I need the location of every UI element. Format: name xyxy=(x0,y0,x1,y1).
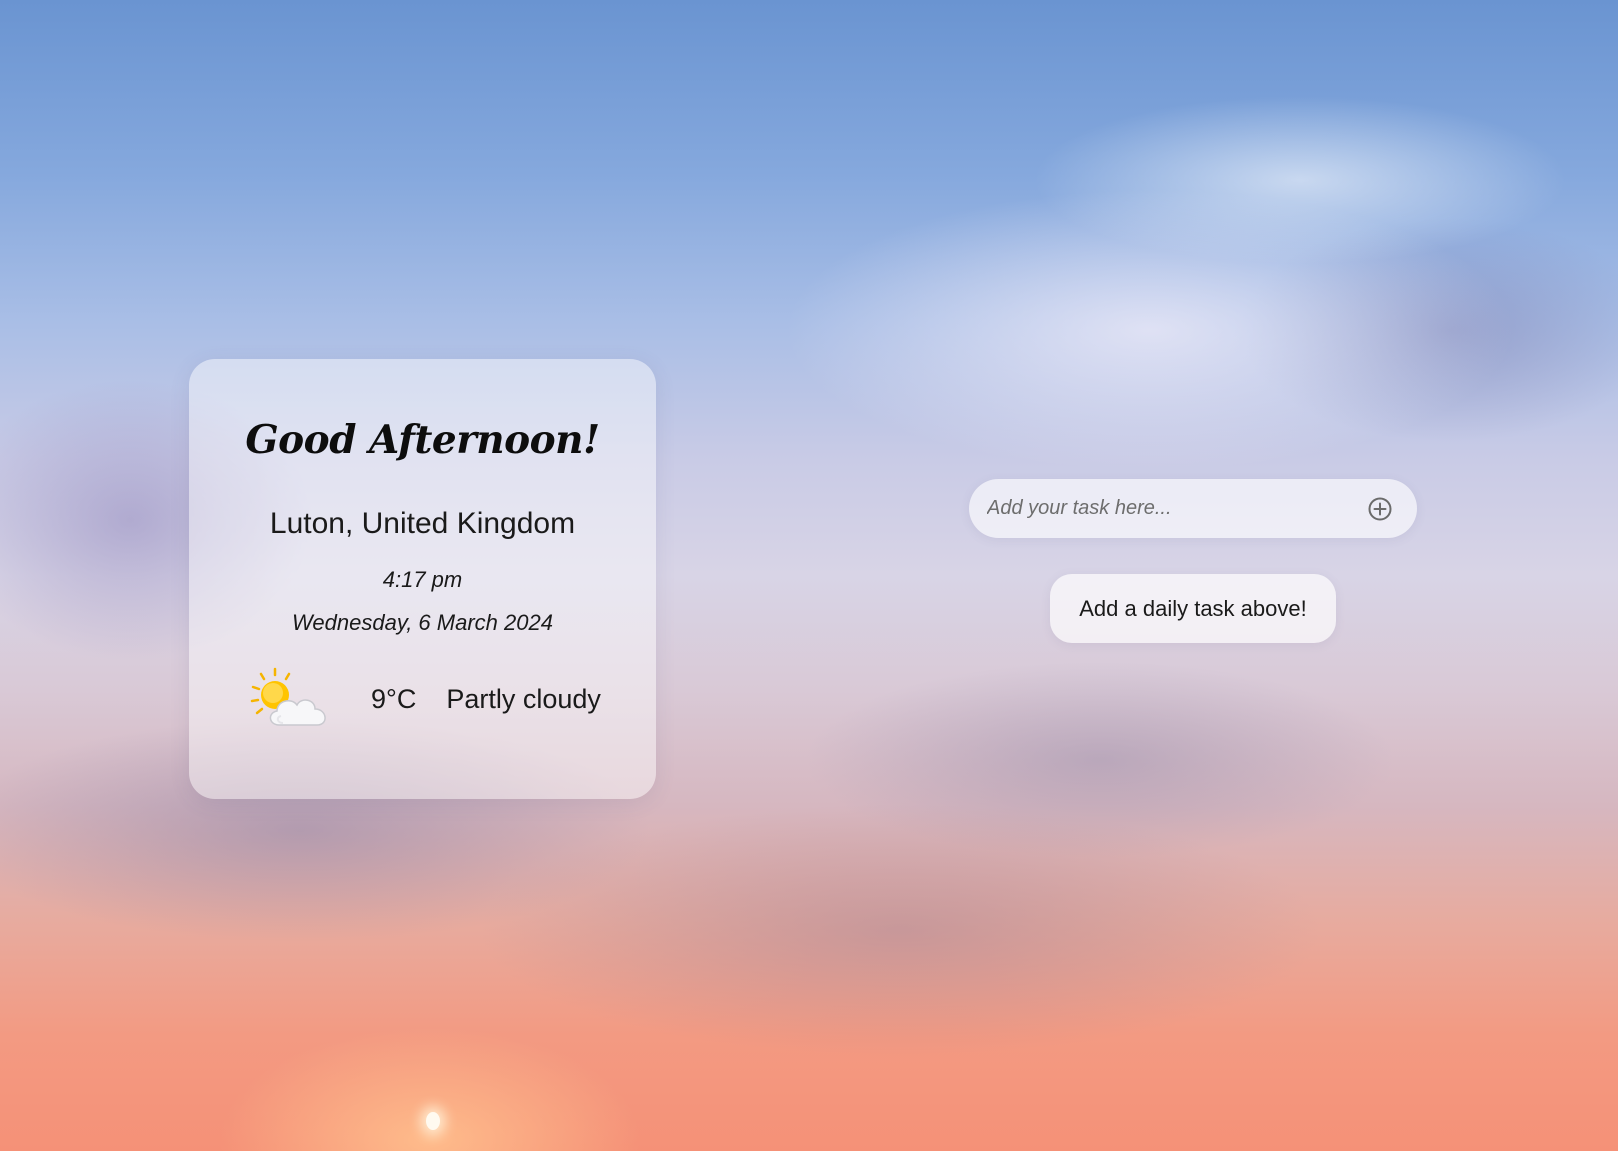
partly-cloudy-icon xyxy=(250,667,326,726)
greeting-card: Good Afternoon! Luton, United Kingdom 4:… xyxy=(189,359,656,799)
time-label: 4:17 pm xyxy=(382,567,463,592)
weather-condition-label: Partly cloudy xyxy=(446,683,601,714)
empty-tasks-message: Add a daily task above! xyxy=(1050,574,1336,643)
task-input-container xyxy=(969,479,1417,538)
date-label: Wednesday, 6 March 2024 xyxy=(292,610,553,635)
sun-glow xyxy=(426,1112,440,1130)
temperature-label: 9°C xyxy=(371,683,417,714)
add-task-button[interactable] xyxy=(1366,495,1394,523)
location-label: Luton, United Kingdom xyxy=(269,507,576,540)
task-input[interactable] xyxy=(987,479,1347,538)
weather-row: 9°C Partly cloudy xyxy=(249,659,601,739)
plus-circle-icon xyxy=(1368,497,1392,521)
app-page: Good Afternoon! Luton, United Kingdom 4:… xyxy=(0,0,1618,1151)
greeting-title: Good Afternoon! xyxy=(245,417,600,463)
